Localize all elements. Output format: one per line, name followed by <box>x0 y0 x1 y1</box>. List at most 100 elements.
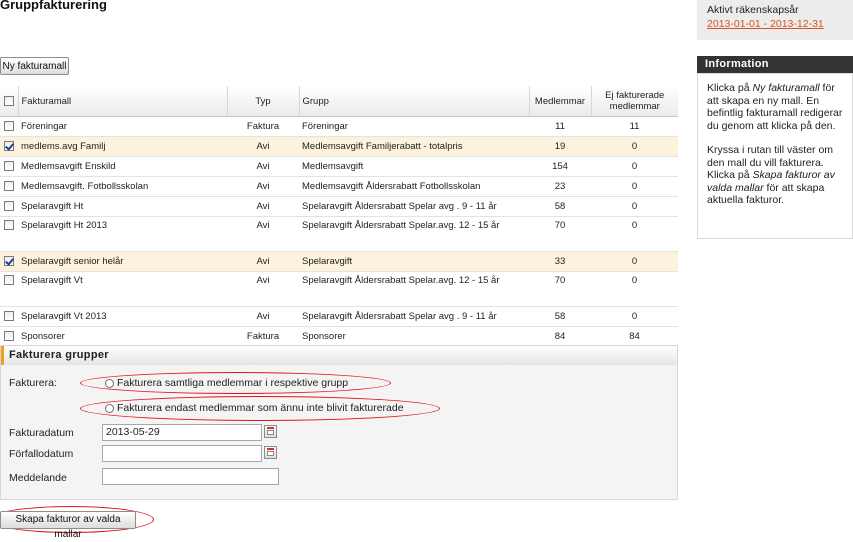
row-group: Medlemsavgift <box>299 156 529 177</box>
row-template-name[interactable]: Medlemsavgift. Fotbollsskolan <box>18 176 227 197</box>
table-row[interactable]: Medlemsavgift. Fotbollsskolan Avi Medlemsa… <box>0 176 678 197</box>
fiscal-year-box: Aktivt räkenskapsår 2013-01-01 - 2013-12… <box>697 0 853 40</box>
row-type: Avi <box>227 176 299 197</box>
row-template-name[interactable]: Föreningar <box>18 116 227 137</box>
row-members: 70 <box>529 271 591 307</box>
row-not-invoiced: 0 <box>591 306 678 327</box>
row-checkbox[interactable] <box>4 161 14 172</box>
row-group: Medlemsavgift Åldersrabatt Fotbollsskola… <box>299 176 529 197</box>
info-paragraph-2: Kryssa i rutan till väster om den mall d… <box>707 144 846 207</box>
due-date-label: Förfallodatum <box>9 448 74 460</box>
row-checkbox-cell <box>0 116 18 137</box>
templates-table: Fakturamall Typ Grupp Medlemmar Ej faktu… <box>0 86 678 347</box>
row-checkbox[interactable] <box>4 256 14 267</box>
row-type: Avi <box>227 306 299 327</box>
row-members: 154 <box>529 156 591 177</box>
table-row[interactable]: Spelaravgift Vt Avi Spelaravgift Åldersrab… <box>0 271 678 307</box>
row-group: Sponsorer <box>299 326 529 347</box>
invoice-date-label: Fakturadatum <box>9 427 74 439</box>
row-members: 33 <box>529 251 591 272</box>
row-checkbox-cell <box>0 251 18 272</box>
row-not-invoiced: 11 <box>591 116 678 137</box>
table-row[interactable]: Spelaravgift Ht 2013 Avi Spelaravgift Ålde… <box>0 216 678 252</box>
row-not-invoiced: 0 <box>591 216 678 252</box>
row-not-invoiced: 0 <box>591 196 678 217</box>
fakturera-label: Fakturera: <box>9 377 57 389</box>
info-title: Information <box>697 56 853 73</box>
header-group[interactable]: Grupp <box>299 86 530 117</box>
fiscal-year-link[interactable]: 2013-01-01 - 2013-12-31 <box>707 18 824 30</box>
row-not-invoiced: 0 <box>591 271 678 307</box>
row-members: 84 <box>529 326 591 347</box>
due-date-field[interactable] <box>102 445 262 462</box>
row-checkbox[interactable] <box>4 331 14 342</box>
row-checkbox[interactable] <box>4 201 14 212</box>
row-checkbox-cell <box>0 196 18 217</box>
row-type: Faktura <box>227 326 299 347</box>
panel-title: Fakturera grupper <box>1 346 677 365</box>
row-checkbox[interactable] <box>4 220 14 231</box>
table-row[interactable]: medlems.avg Familj Avi Medlemsavgift Famil… <box>0 136 678 157</box>
row-checkbox-cell <box>0 136 18 157</box>
row-not-invoiced: 0 <box>591 176 678 197</box>
row-group: Spelaravgift Åldersrabatt Spelar.avg. 12… <box>299 271 529 307</box>
row-members: 11 <box>529 116 591 137</box>
row-members: 19 <box>529 136 591 157</box>
row-template-name[interactable]: Medlemsavgift Enskild <box>18 156 227 177</box>
row-group: Spelaravgift Åldersrabatt Spelar avg . 9… <box>299 196 529 217</box>
row-not-invoiced: 0 <box>591 156 678 177</box>
option-all-label[interactable]: Fakturera samtliga medlemmar i respektiv… <box>117 377 348 389</box>
option-not-invoiced[interactable]: Fakturera endast medlemmar som ännu inte… <box>105 402 404 414</box>
option-not-invoiced-label[interactable]: Fakturera endast medlemmar som ännu inte… <box>117 402 404 414</box>
row-type: Avi <box>227 196 299 217</box>
option-all-members[interactable]: Fakturera samtliga medlemmar i respektiv… <box>105 377 348 389</box>
row-checkbox-cell <box>0 306 18 327</box>
row-template-name[interactable]: medlems.avg Familj <box>18 136 227 157</box>
row-template-name[interactable]: Spelaravgift senior helår <box>18 251 227 272</box>
row-checkbox-cell <box>0 156 18 177</box>
row-type: Avi <box>227 251 299 272</box>
row-checkbox[interactable] <box>4 181 14 192</box>
row-members: 58 <box>529 196 591 217</box>
invoice-groups-panel: Fakturera grupper Fakturera: Fakturera s… <box>0 345 678 500</box>
row-checkbox[interactable] <box>4 141 14 152</box>
row-template-name[interactable]: Spelaravgift Ht <box>18 196 227 217</box>
row-template-name[interactable]: Spelaravgift Vt <box>18 271 227 307</box>
header-not-invoiced[interactable]: Ej fakturerade medlemmar <box>591 86 678 117</box>
row-template-name[interactable]: Sponsorer <box>18 326 227 347</box>
message-field[interactable] <box>102 468 279 485</box>
row-type: Avi <box>227 216 299 252</box>
row-checkbox[interactable] <box>4 275 14 286</box>
invoice-date-calendar-icon[interactable] <box>264 425 277 438</box>
row-group: Spelaravgift <box>299 251 529 272</box>
row-checkbox-cell <box>0 176 18 197</box>
radio-all-members[interactable] <box>105 378 114 388</box>
table-row[interactable]: Medlemsavgift Enskild Avi Medlemsavgift 154… <box>0 156 678 177</box>
table-row[interactable]: Spelaravgift senior helår Avi Spelaravgift… <box>0 251 678 272</box>
info-p1-text: Klicka på <box>707 82 753 94</box>
due-date-calendar-icon[interactable] <box>264 446 277 459</box>
radio-not-invoiced[interactable] <box>105 403 114 413</box>
table-row[interactable]: Föreningar Faktura Föreningar 11 11 <box>0 116 678 137</box>
table-row[interactable]: Spelaravgift Ht Avi Spelaravgift Åldersrab… <box>0 196 678 217</box>
row-checkbox-cell <box>0 216 18 252</box>
header-type[interactable]: Typ <box>227 86 300 117</box>
create-invoices-button[interactable]: Skapa fakturor av valda mallar <box>0 511 136 540</box>
row-checkbox[interactable] <box>4 121 14 132</box>
select-all-checkbox[interactable] <box>3 95 14 106</box>
select-all-header <box>0 86 19 117</box>
table-row[interactable]: Sponsorer Faktura Sponsorer 84 84 <box>0 326 678 347</box>
header-members[interactable]: Medlemmar <box>529 86 592 117</box>
row-members: 58 <box>529 306 591 327</box>
row-template-name[interactable]: Spelaravgift Vt 2013 <box>18 306 227 327</box>
new-template-button[interactable]: Ny fakturamall <box>0 57 69 75</box>
row-template-name[interactable]: Spelaravgift Ht 2013 <box>18 216 227 252</box>
row-checkbox[interactable] <box>4 311 14 322</box>
table-row[interactable]: Spelaravgift Vt 2013 Avi Spelaravgift Ålde… <box>0 306 678 327</box>
row-group: Föreningar <box>299 116 529 137</box>
row-group: Spelaravgift Åldersrabatt Spelar.avg. 12… <box>299 216 529 252</box>
header-template[interactable]: Fakturamall <box>18 86 228 117</box>
info-paragraph-1: Klicka på Ny fakturamall för att skapa e… <box>707 82 846 132</box>
row-type: Avi <box>227 271 299 307</box>
invoice-date-field[interactable]: 2013-05-29 <box>102 424 262 441</box>
